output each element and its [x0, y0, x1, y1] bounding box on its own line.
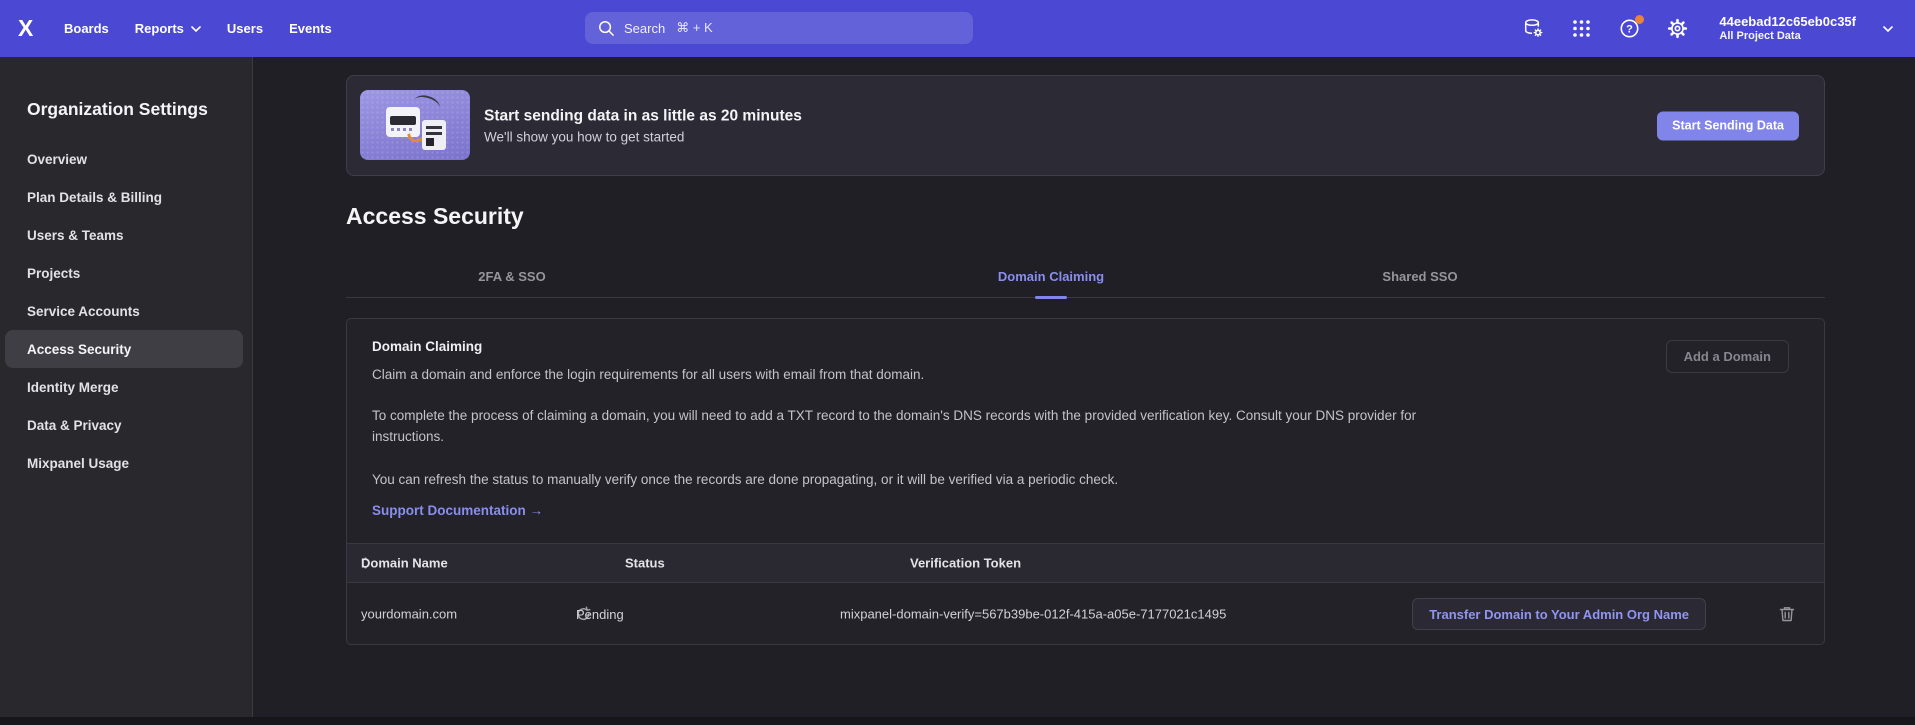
nav-item-users[interactable]: Users — [227, 21, 263, 36]
tab-domain-claiming[interactable]: Domain Claiming — [998, 269, 1104, 284]
onboarding-banner: Start sending data in as little as 20 mi… — [346, 75, 1825, 176]
domain-claiming-card: Domain Claiming Add a Domain Claim a dom… — [346, 318, 1825, 645]
main-content: Start sending data in as little as 20 mi… — [254, 57, 1915, 725]
sidebar-item-service-accounts[interactable]: Service Accounts — [5, 292, 243, 330]
sidebar-item-data-privacy[interactable]: Data & Privacy — [5, 406, 243, 444]
tab-bar: 2FA & SSO Domain Claiming Shared SSO — [346, 249, 1825, 298]
nav-item-label: Events — [289, 21, 332, 36]
table-header: Domain Name Status Verification Token — [347, 543, 1824, 583]
sidebar: Organization Settings Overview Plan Deta… — [0, 57, 253, 725]
delete-domain-trash-icon[interactable] — [1778, 605, 1796, 623]
nav-item-label: Boards — [64, 21, 109, 36]
search-placeholder: Search — [624, 21, 665, 36]
search-shortcut: ⌘ + K — [676, 20, 713, 36]
sidebar-item-plan-details-billing[interactable]: Plan Details & Billing — [5, 178, 243, 216]
nav-item-boards[interactable]: Boards — [64, 21, 109, 36]
help-icon[interactable]: ? — [1619, 18, 1640, 39]
nav-item-label: Reports — [135, 21, 184, 36]
status-badge: Pending — [576, 607, 624, 622]
chevron-down-icon — [191, 26, 201, 32]
card-title: Domain Claiming — [372, 339, 482, 354]
sidebar-nav: Overview Plan Details & Billing Users & … — [0, 140, 252, 482]
column-header-verification-token: Verification Token — [910, 556, 1021, 571]
project-id: 44eebad12c65eb0c35f — [1719, 15, 1856, 30]
verification-token-cell: mixpanel-domain-verify=567b39be-012f-415… — [840, 607, 1226, 622]
apps-grid-icon[interactable] — [1571, 18, 1592, 39]
sidebar-title: Organization Settings — [27, 99, 252, 120]
banner-subtitle: We'll show you how to get started — [484, 129, 802, 144]
table-row: yourdomain.com Pending mixpanel-domain-v… — [347, 583, 1824, 645]
support-documentation-link[interactable]: Support Documentation → — [372, 503, 543, 518]
tab-2fa-sso[interactable]: 2FA & SSO — [478, 269, 545, 284]
banner-text: Start sending data in as little as 20 mi… — [484, 107, 802, 144]
project-chevron-down-icon[interactable] — [1883, 26, 1893, 32]
nav-item-events[interactable]: Events — [289, 21, 332, 36]
mixpanel-org-settings-page: X Boards Reports Users Events Search ⌘ +… — [0, 0, 1915, 725]
transfer-domain-button[interactable]: Transfer Domain to Your Admin Org Name — [1412, 598, 1706, 630]
column-header-status: Status — [625, 556, 665, 571]
tab-shared-sso[interactable]: Shared SSO — [1382, 269, 1457, 284]
add-domain-button[interactable]: Add a Domain — [1666, 340, 1789, 373]
start-sending-data-button[interactable]: Start Sending Data — [1657, 111, 1799, 140]
search-icon — [598, 20, 615, 37]
navbar-left: X Boards Reports Users Events — [18, 0, 358, 57]
nav-item-reports[interactable]: Reports — [135, 21, 201, 36]
status-cell: Pending — [576, 607, 591, 622]
nav-item-label: Users — [227, 21, 263, 36]
banner-title: Start sending data in as little as 20 mi… — [484, 107, 802, 125]
sidebar-item-identity-merge[interactable]: Identity Merge — [5, 368, 243, 406]
sidebar-item-projects[interactable]: Projects — [5, 254, 243, 292]
search-input[interactable]: Search ⌘ + K — [585, 12, 973, 44]
data-management-icon[interactable] — [1523, 18, 1544, 39]
project-scope: All Project Data — [1719, 30, 1856, 43]
page-title: Access Security — [346, 203, 1825, 230]
mixpanel-logo-icon[interactable]: X — [18, 15, 48, 42]
sidebar-item-access-security[interactable]: Access Security — [5, 330, 243, 368]
devices-illustration — [360, 90, 470, 160]
navbar-right: ? 44eebad12c65eb0c35f Al — [1523, 0, 1893, 57]
window-bottom-edge — [0, 717, 1915, 725]
sidebar-item-users-teams[interactable]: Users & Teams — [5, 216, 243, 254]
domain-name-cell: yourdomain.com — [361, 607, 457, 622]
column-header-label: Domain Name — [361, 556, 448, 571]
column-header-domain-name[interactable]: Domain Name — [361, 557, 370, 569]
settings-gear-icon[interactable] — [1667, 18, 1688, 39]
top-navbar: X Boards Reports Users Events Search ⌘ +… — [0, 0, 1915, 57]
sidebar-item-overview[interactable]: Overview — [5, 140, 243, 178]
card-description-2: To complete the process of claiming a do… — [372, 405, 1444, 447]
card-description-1: Claim a domain and enforce the login req… — [372, 364, 924, 385]
sidebar-item-mixpanel-usage[interactable]: Mixpanel Usage — [5, 444, 243, 482]
active-tab-underline — [1035, 296, 1067, 300]
notification-dot — [1635, 15, 1644, 24]
card-description-3: You can refresh the status to manually v… — [372, 469, 1118, 490]
svg-text:?: ? — [1627, 24, 1634, 36]
project-switcher[interactable]: 44eebad12c65eb0c35f All Project Data — [1719, 15, 1856, 43]
